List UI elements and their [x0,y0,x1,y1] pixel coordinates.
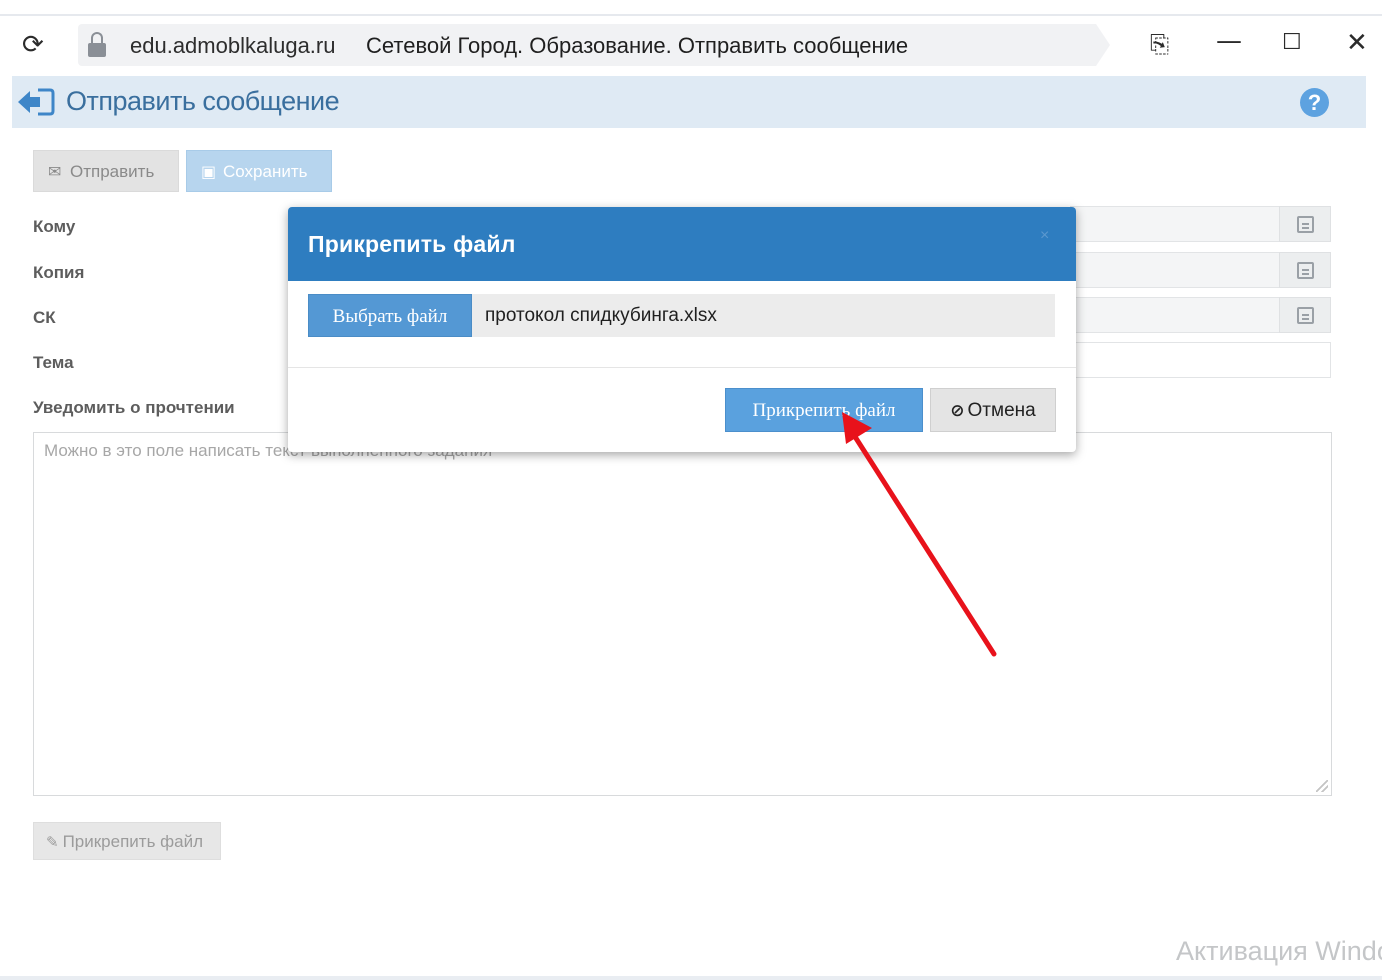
subject-label: Тема [33,353,74,372]
attach-file-dialog: Прикрепить файл × Выбрать файл протокол … [288,207,1076,452]
copy-address-book-button[interactable] [1279,252,1331,288]
send-button[interactable]: ✉ Отправить [33,150,179,192]
floppy-icon: ▣ [201,162,217,181]
save-button-label: Сохранить [223,162,308,181]
to-address-book-button[interactable] [1279,206,1331,242]
selected-file-name: протокол спидкубинга.xlsx [485,305,717,326]
help-icon[interactable]: ? [1300,88,1329,117]
minimize-icon[interactable]: — [1216,26,1242,56]
to-label: Кому [33,217,76,236]
windows-activation-watermark: Активация Windows [1176,936,1382,966]
address-book-icon [1297,307,1314,324]
reload-icon[interactable]: ⟳ [22,30,44,60]
close-icon[interactable]: ✕ [1346,28,1368,58]
bottom-edge [0,976,1382,980]
maximize-icon[interactable]: ☐ [1282,30,1302,55]
resize-handle[interactable] [1316,780,1328,792]
page: ⟳ edu.admoblkaluga.ru Сетевой Город. Обр… [0,0,1382,980]
notify-read-label: Уведомить о прочтении [33,398,235,417]
copy-label: Копия [33,263,85,282]
subject-input[interactable] [1070,342,1331,378]
dialog-header: Прикрепить файл × [288,207,1076,281]
copy-input[interactable] [1070,252,1280,288]
bcc-label: СК [33,308,56,327]
browser-top-strip [0,0,1382,16]
close-icon[interactable]: × [1040,227,1049,245]
dialog-divider [288,367,1076,368]
url-host[interactable]: edu.admoblkaluga.ru [130,33,335,59]
envelope-icon: ✉ [48,162,62,181]
to-input[interactable] [1070,206,1280,242]
cancel-button[interactable]: ⊘ Отмена [930,388,1056,432]
page-tab-title: Сетевой Город. Образование. Отправить со… [366,33,909,58]
attach-file-bottom-button[interactable]: ✎ Прикрепить файл [33,822,221,860]
file-picker-row: Выбрать файл протокол спидкубинга.xlsx [308,294,1055,337]
address-book-icon [1297,216,1314,233]
choose-file-button[interactable]: Выбрать файл [308,294,472,337]
back-arrow-icon[interactable] [16,86,56,118]
save-button[interactable]: ▣ Сохранить [186,150,332,192]
attach-file-button[interactable]: Прикрепить файл [725,388,923,432]
cancel-icon: ⊘ [950,401,965,421]
paperclip-icon: ✎ [46,833,59,851]
page-title: Отправить сообщение [66,86,340,116]
send-button-label: Отправить [70,162,155,181]
lock-icon[interactable] [86,32,108,58]
attach-file-bottom-label: Прикрепить файл [62,832,204,851]
dialog-title: Прикрепить файл [308,231,516,257]
message-textarea[interactable] [33,432,1332,796]
address-book-icon [1297,262,1314,279]
bookmark-icon[interactable]: ⎘ [1150,30,1169,58]
cancel-button-label: Отмена [967,400,1036,421]
bcc-input[interactable] [1070,297,1280,333]
bcc-address-book-button[interactable] [1279,297,1331,333]
